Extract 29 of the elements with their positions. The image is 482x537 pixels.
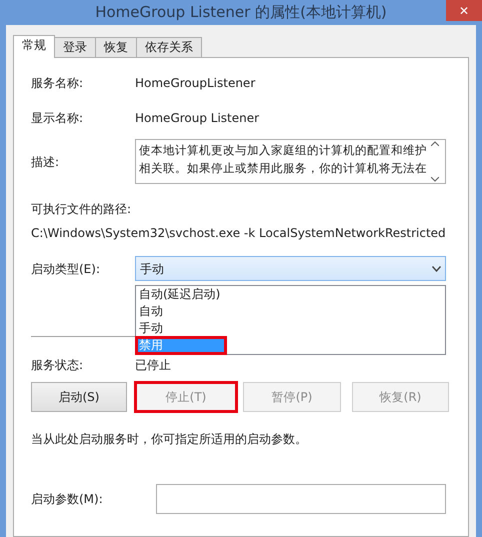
tab[interactable]: 恢复 [95, 37, 137, 57]
window-title: HomeGroup Listener 的属性(本地计算机) [95, 2, 387, 24]
field-label: 描述: [31, 154, 60, 170]
dropdown-option[interactable]: 自动(延迟启动) [136, 286, 445, 303]
dropdown-option[interactable]: 手动 [136, 320, 445, 337]
hint-text: 当从此处启动服务时，你可指定所适用的启动参数。 [31, 431, 308, 448]
field-label: 可执行文件的路径: [31, 201, 132, 218]
field-value: HomeGroup Listener [135, 110, 260, 127]
start-params-field[interactable] [156, 484, 446, 514]
field-label: 显示名称: [31, 110, 84, 127]
scroll-up-icon[interactable] [431, 141, 439, 146]
field-label: 启动类型(E): [31, 260, 101, 278]
caret-icon [432, 266, 441, 272]
tab[interactable]: 依存关系 [136, 37, 202, 57]
tab[interactable]: 常规 [13, 35, 55, 58]
service-button[interactable]: 启动(S) [31, 382, 127, 412]
description-box[interactable]: 使本地计算机更改与加入家庭组的计算机的配置和维护相关联。如果停止或禁用此服务，你的计算机将无法在 [135, 139, 446, 184]
field-label: 服务状态: [31, 357, 84, 374]
tab[interactable]: 登录 [54, 37, 96, 57]
dropdown-option[interactable]: 自动 [136, 303, 445, 320]
field-label: 服务名称: [31, 75, 84, 92]
scroll-down-icon[interactable] [431, 177, 439, 182]
status-value: 已停止 [135, 357, 171, 374]
field-label: 启动参数(M): [31, 491, 104, 508]
path-text: C:\Windows\System32\svchost.exe -k LocalSystemNetworkRestricted [31, 225, 447, 242]
close-button[interactable]: ✕ [446, 0, 482, 21]
startup-type-dropdown[interactable]: 手动 [135, 256, 446, 281]
description-text: 使本地计算机更改与加入家庭组的计算机的配置和维护相关联。如果停止或禁用此服务，你的计算机将无法在 [139, 142, 428, 177]
field-value: HomeGroupListener [135, 75, 256, 92]
